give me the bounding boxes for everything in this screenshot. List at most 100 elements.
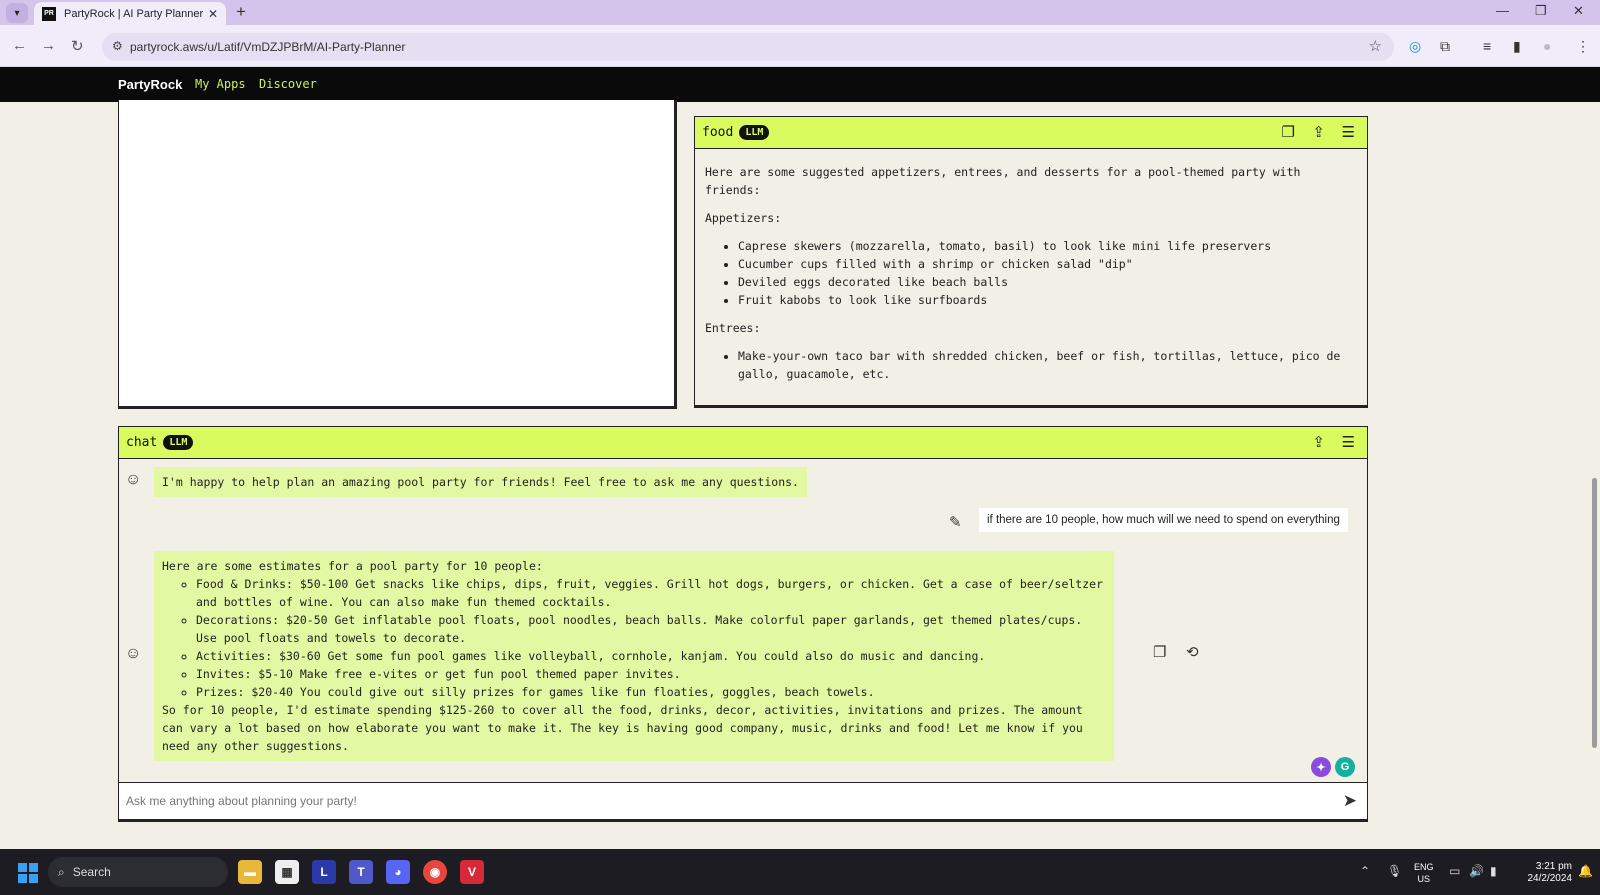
address-bar[interactable]: ⚙ partyrock.aws/u/Latif/VmDZJPBrM/AI-Par…: [102, 33, 1394, 61]
app-l-icon[interactable]: L: [312, 860, 336, 884]
app-v-icon[interactable]: V: [460, 860, 484, 884]
list-item: Activities: $30-60 Get some fun pool gam…: [196, 647, 1106, 665]
user-message: if there are 10 people, how much will we…: [979, 508, 1348, 532]
notification-bell-icon[interactable]: 🔔: [1578, 864, 1593, 878]
list-item: Deviled eggs decorated like beach balls: [738, 273, 1353, 291]
profile-icon[interactable]: ●: [1543, 38, 1551, 54]
battery-icon[interactable]: ▮: [1490, 864, 1497, 878]
taskbar-search[interactable]: ⌕ Search: [48, 857, 228, 887]
list-item: Cucumber cups filled with a shrimp or ch…: [738, 255, 1353, 273]
share-icon[interactable]: ⇪: [1312, 433, 1325, 451]
clock-date: 24/2/2024: [1527, 873, 1573, 884]
bot-reply-message: Here are some estimates for a pool party…: [154, 551, 1114, 761]
language-code: ENG: [1414, 862, 1434, 872]
minimize-icon[interactable]: —: [1496, 3, 1509, 18]
edit-icon[interactable]: ✎: [949, 513, 962, 531]
copy-icon[interactable]: ❐: [1282, 123, 1295, 141]
appetizers-heading: Appetizers:: [705, 211, 782, 225]
tab-list-button[interactable]: ▾: [6, 3, 28, 23]
food-intro: Here are some suggested appetizers, entr…: [705, 165, 1301, 197]
media-control-icon[interactable]: ≡: [1483, 38, 1491, 54]
list-item: Prizes: $20-40 You could give out silly …: [196, 683, 1106, 701]
search-icon: ⌕: [58, 864, 65, 879]
grammarly-extension-icon[interactable]: ◎: [1409, 38, 1421, 55]
back-icon[interactable]: ←: [12, 37, 27, 54]
site-info-icon[interactable]: ⚙: [112, 39, 123, 53]
chat-input[interactable]: [126, 794, 1306, 808]
favicon-icon: PR: [42, 6, 56, 21]
reload-icon[interactable]: ↻: [71, 37, 84, 55]
list-item: Fruit kabobs to look like surfboards: [738, 291, 1353, 309]
llm-badge: LLM: [739, 125, 770, 140]
chat-input-bar: ➤: [119, 782, 1367, 819]
settings-sliders-icon[interactable]: ☰: [1342, 123, 1355, 141]
start-button[interactable]: [18, 863, 38, 883]
extension-overlay: ✦ G: [1311, 757, 1355, 777]
close-tab-icon[interactable]: ✕: [208, 7, 218, 21]
clock-time: 3:21 pm: [1535, 861, 1572, 872]
food-widget: food LLM ❐ ⇪ ☰ Here are some suggested a…: [694, 116, 1368, 408]
list-item: Food & Drinks: $50-100 Get snacks like c…: [196, 575, 1106, 611]
reply-outro: So for 10 people, I'd estimate spending …: [162, 703, 1083, 753]
share-icon[interactable]: ⇪: [1312, 123, 1325, 141]
chevron-down-icon: ▾: [14, 7, 20, 19]
discord-icon[interactable]: ◕: [386, 860, 410, 884]
reply-intro: Here are some estimates for a pool party…: [162, 559, 543, 573]
entrees-heading: Entrees:: [705, 321, 761, 335]
side-panel-icon[interactable]: ▮: [1513, 38, 1521, 55]
browser-tab-bar: ▾ PR PartyRock | AI Party Planner ✕ + — …: [0, 0, 1600, 25]
food-widget-content: Here are some suggested appetizers, entr…: [705, 163, 1353, 393]
settings-sliders-icon[interactable]: ☰: [1342, 433, 1355, 451]
brand-logo[interactable]: PartyRock: [118, 77, 182, 92]
list-item: Invites: $5-10 Make free e-vites or get …: [196, 665, 1106, 683]
send-icon[interactable]: ➤: [1343, 791, 1357, 811]
microphone-icon[interactable]: 🎙: [1387, 864, 1402, 878]
browser-toolbar: ← → ↻ ⚙ partyrock.aws/u/Latif/VmDZJPBrM/…: [0, 25, 1600, 67]
nav-link-my-apps[interactable]: My Apps: [195, 77, 246, 91]
extensions-icon[interactable]: ⧉: [1440, 38, 1450, 55]
os-taskbar: ⌕ Search ▬ ▦ L T ◕ ◉ V ⌃ 🎙 ENG US ▭ 🔊 ▮ …: [0, 849, 1600, 895]
window-close-icon[interactable]: ✕: [1573, 3, 1584, 19]
bot-avatar-icon: ☺: [125, 471, 142, 488]
volume-icon[interactable]: 🔊: [1469, 864, 1484, 878]
app-navbar: PartyRock My Apps Discover: [0, 67, 1600, 102]
bot-avatar-icon: ☺: [125, 645, 142, 662]
widget-title: chat: [126, 435, 158, 450]
bookmark-star-icon[interactable]: ☆: [1369, 37, 1382, 55]
page-scrollbar[interactable]: [1592, 478, 1597, 748]
llm-badge: LLM: [163, 435, 194, 450]
restore-icon[interactable]: ❐: [1535, 3, 1547, 19]
browser-tab-active[interactable]: PR PartyRock | AI Party Planner ✕: [34, 2, 226, 25]
widget-title: food: [702, 125, 734, 140]
reply-list: Food & Drinks: $50-100 Get snacks like c…: [196, 575, 1106, 701]
copy-icon[interactable]: ❐: [1153, 643, 1166, 661]
list-item: Caprese skewers (mozzarella, tomato, bas…: [738, 237, 1353, 255]
teams-icon[interactable]: T: [349, 860, 373, 884]
chat-widget: chat LLM ⇪ ☰ ☺ I'm happy to help plan an…: [118, 426, 1368, 822]
appetizers-list: Caprese skewers (mozzarella, tomato, bas…: [738, 237, 1353, 309]
list-item: Decorations: $20-50 Get inflatable pool …: [196, 611, 1106, 647]
regenerate-icon[interactable]: ⟲: [1186, 643, 1199, 661]
url-text: partyrock.aws/u/Latif/VmDZJPBrM/AI-Party…: [130, 40, 406, 54]
store-icon[interactable]: ▦: [275, 860, 299, 884]
food-widget-header: food LLM ❐ ⇪ ☰: [695, 117, 1367, 149]
list-item: Make-your-own taco bar with shredded chi…: [738, 347, 1353, 383]
tray-overflow-icon[interactable]: ⌃: [1360, 864, 1370, 878]
new-tab-icon[interactable]: +: [236, 2, 246, 22]
nav-link-discover[interactable]: Discover: [259, 77, 317, 91]
bot-greeting-message: I'm happy to help plan an amazing pool p…: [154, 467, 807, 497]
forward-icon[interactable]: →: [41, 37, 56, 54]
entrees-list: Make-your-own taco bar with shredded chi…: [738, 347, 1353, 383]
image-widget: [118, 100, 677, 409]
input-language[interactable]: ENG US: [1414, 861, 1434, 885]
grammarly-icon[interactable]: G: [1335, 757, 1355, 777]
region-code: US: [1417, 874, 1431, 884]
chrome-icon[interactable]: ◉: [423, 860, 447, 884]
menu-icon[interactable]: ⋮: [1576, 38, 1590, 55]
tab-title: PartyRock | AI Party Planner: [64, 7, 204, 20]
file-explorer-icon[interactable]: ▬: [238, 860, 262, 884]
taskbar-search-label: Search: [72, 865, 111, 879]
network-icon[interactable]: ▭: [1449, 864, 1460, 878]
ai-assist-icon[interactable]: ✦: [1311, 757, 1331, 777]
system-clock[interactable]: 3:21 pm 24/2/2024: [1512, 861, 1573, 885]
